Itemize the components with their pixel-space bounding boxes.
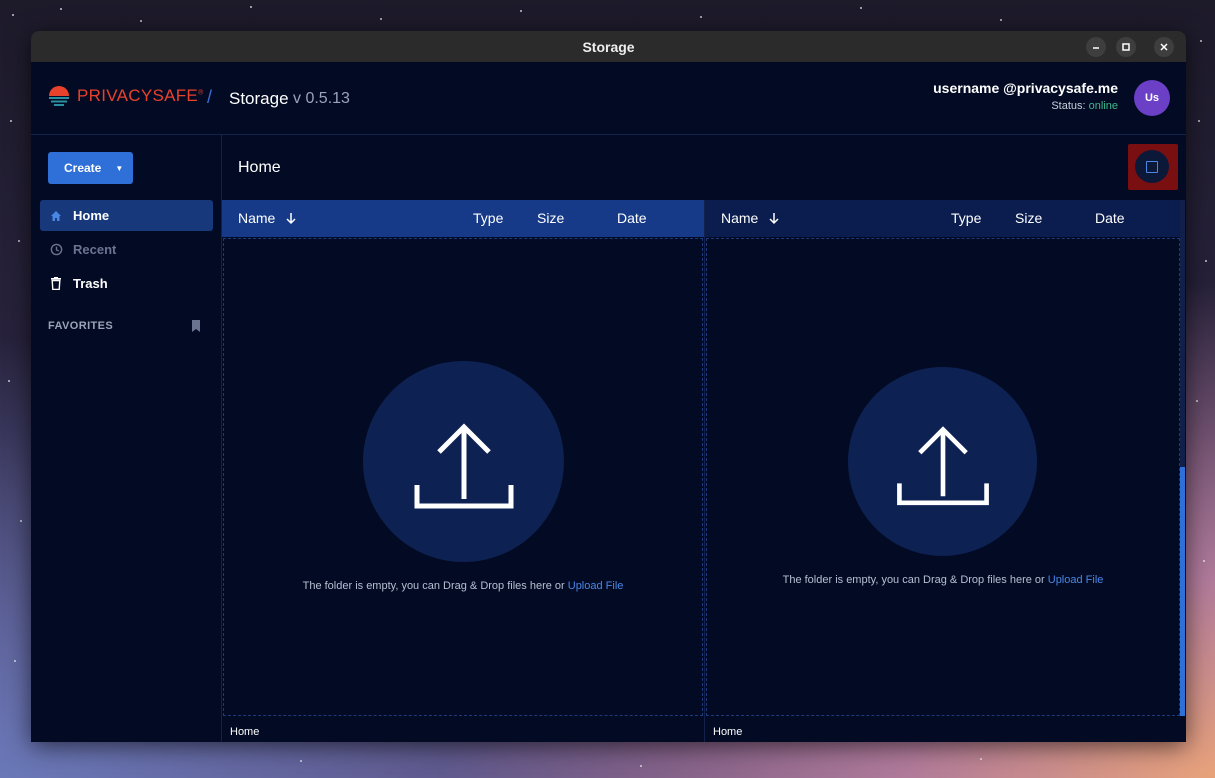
sidebar-item-trash[interactable]: Trash (40, 268, 213, 299)
upload-file-link[interactable]: Upload File (1048, 574, 1104, 586)
sidebar: Create ▼ Home Recent Trash FAVORITES (31, 135, 222, 742)
dual-pane-toggle-button[interactable] (1135, 150, 1169, 183)
window-titlebar: Storage (31, 31, 1186, 62)
column-name[interactable]: Name (721, 210, 758, 226)
brand-name: PRIVACYSAFE® (77, 86, 204, 105)
maximize-icon (1122, 43, 1130, 51)
main-content: Home Name Type Size Date The folder is e… (222, 135, 1186, 742)
file-pane-right: Name Type Size Date The folder is empty,… (704, 200, 1181, 742)
upload-circle[interactable] (363, 361, 564, 562)
bookmark-icon[interactable] (191, 319, 201, 337)
sort-down-icon[interactable] (768, 212, 780, 225)
scrollbar[interactable] (1180, 200, 1185, 716)
caret-down-icon: ▼ (115, 163, 124, 173)
sidebar-item-label: Trash (73, 276, 108, 291)
empty-folder-message: The folder is empty, you can Drag & Drop… (782, 574, 1104, 586)
sidebar-item-label: Home (73, 208, 110, 223)
sidebar-item-label: Recent (73, 242, 117, 257)
breadcrumb: Home (238, 159, 281, 176)
column-date[interactable]: Date (1095, 210, 1125, 226)
empty-folder-message: The folder is empty, you can Drag & Drop… (302, 580, 624, 592)
drop-zone[interactable]: The folder is empty, you can Drag & Drop… (706, 238, 1180, 716)
upload-icon (896, 425, 989, 505)
clock-icon (49, 243, 63, 256)
column-size[interactable]: Size (537, 210, 564, 226)
status-online: online (1088, 100, 1118, 112)
column-size[interactable]: Size (1015, 210, 1042, 226)
app-version: v 0.5.13 (293, 90, 350, 107)
upload-file-link[interactable]: Upload File (568, 580, 624, 592)
pane-footer-path: Home (230, 726, 260, 738)
minimize-button[interactable] (1086, 37, 1106, 57)
window-title: Storage (582, 38, 635, 55)
privacysafe-logo: PRIVACYSAFE® (47, 84, 204, 108)
app-title: Storage (229, 89, 289, 108)
column-name[interactable]: Name (238, 210, 275, 226)
close-icon (1160, 43, 1168, 51)
sort-down-icon[interactable] (285, 212, 297, 225)
upload-circle[interactable] (848, 367, 1037, 556)
sidebar-item-recent[interactable]: Recent (40, 234, 213, 265)
maximize-button[interactable] (1116, 37, 1136, 57)
sidebar-item-home[interactable]: Home (40, 200, 213, 231)
column-type[interactable]: Type (473, 210, 503, 226)
home-icon (49, 210, 63, 222)
avatar[interactable]: Us (1134, 80, 1170, 116)
dual-pane-toggle-highlight (1128, 144, 1178, 190)
privacysafe-logo-icon (49, 86, 69, 106)
column-type[interactable]: Type (951, 210, 981, 226)
upload-icon (414, 422, 513, 508)
app-header: PRIVACYSAFE® / Storage v 0.5.13 username… (31, 62, 1186, 135)
column-header-row: Name Type Size Date (222, 200, 704, 237)
trash-icon (49, 277, 63, 290)
storage-window: Storage PRIVACYSAFE® / Storage v 0.5.13 … (31, 31, 1186, 742)
column-date[interactable]: Date (617, 210, 647, 226)
scrollbar-thumb[interactable] (1180, 467, 1185, 716)
favorites-label: FAVORITES (48, 320, 114, 332)
user-status: Status: online (1051, 100, 1118, 112)
square-icon (1146, 160, 1158, 173)
close-button[interactable] (1154, 37, 1174, 57)
header-separator: / (207, 87, 213, 107)
user-name: username @privacysafe.me (933, 80, 1118, 96)
create-button[interactable]: Create ▼ (48, 152, 133, 184)
pane-footer-path: Home (713, 726, 743, 738)
minimize-icon (1093, 47, 1099, 49)
column-header-row: Name Type Size Date (705, 200, 1181, 237)
file-pane-left: Name Type Size Date The folder is empty,… (222, 200, 704, 742)
create-button-label: Create (64, 161, 102, 175)
drop-zone[interactable]: The folder is empty, you can Drag & Drop… (223, 238, 703, 716)
